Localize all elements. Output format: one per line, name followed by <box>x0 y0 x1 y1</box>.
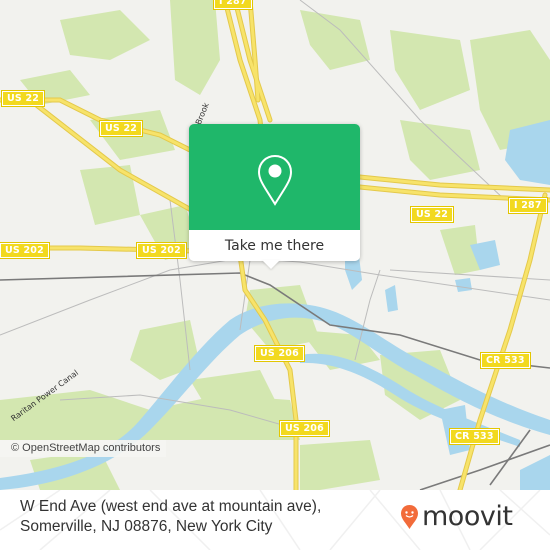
moovit-pin-icon <box>401 505 418 529</box>
address-text: W End Ave (west end ave at mountain ave)… <box>20 497 321 537</box>
route-shield-us22: US 22 <box>409 206 455 223</box>
location-popup[interactable]: Take me there <box>189 124 360 269</box>
map-attribution[interactable]: © OpenStreetMap contributors <box>0 440 167 457</box>
popup-pointer <box>262 260 280 269</box>
route-shield-us206: US 206 <box>279 420 330 437</box>
route-shield-us202: US 202 <box>0 242 50 259</box>
address-line-2: Somerville, NJ 08876, New York City <box>20 518 273 535</box>
popup-header <box>189 124 360 230</box>
route-shield-cr533: CR 533 <box>449 428 500 445</box>
take-me-there-button[interactable]: Take me there <box>189 230 360 261</box>
route-shield-cr533: CR 533 <box>480 352 531 369</box>
route-shield-i287: I 287 <box>213 0 253 10</box>
location-pin-icon <box>257 154 293 206</box>
map-canvas[interactable]: I 287 US 22 US 22 US 22 I 287 US 202 US … <box>0 0 550 490</box>
route-shield-i287: I 287 <box>508 197 548 214</box>
moovit-wordmark: moovit <box>422 501 513 532</box>
address-line-1: W End Ave (west end ave at mountain ave)… <box>20 498 322 515</box>
footer: W End Ave (west end ave at mountain ave)… <box>0 490 550 550</box>
route-shield-us202: US 202 <box>136 242 187 259</box>
route-shield-us22: US 22 <box>0 90 46 107</box>
moovit-logo[interactable]: moovit <box>400 501 513 532</box>
take-me-there-label: Take me there <box>224 237 325 254</box>
route-shield-us22: US 22 <box>98 120 144 137</box>
route-shield-us206: US 206 <box>254 345 305 362</box>
